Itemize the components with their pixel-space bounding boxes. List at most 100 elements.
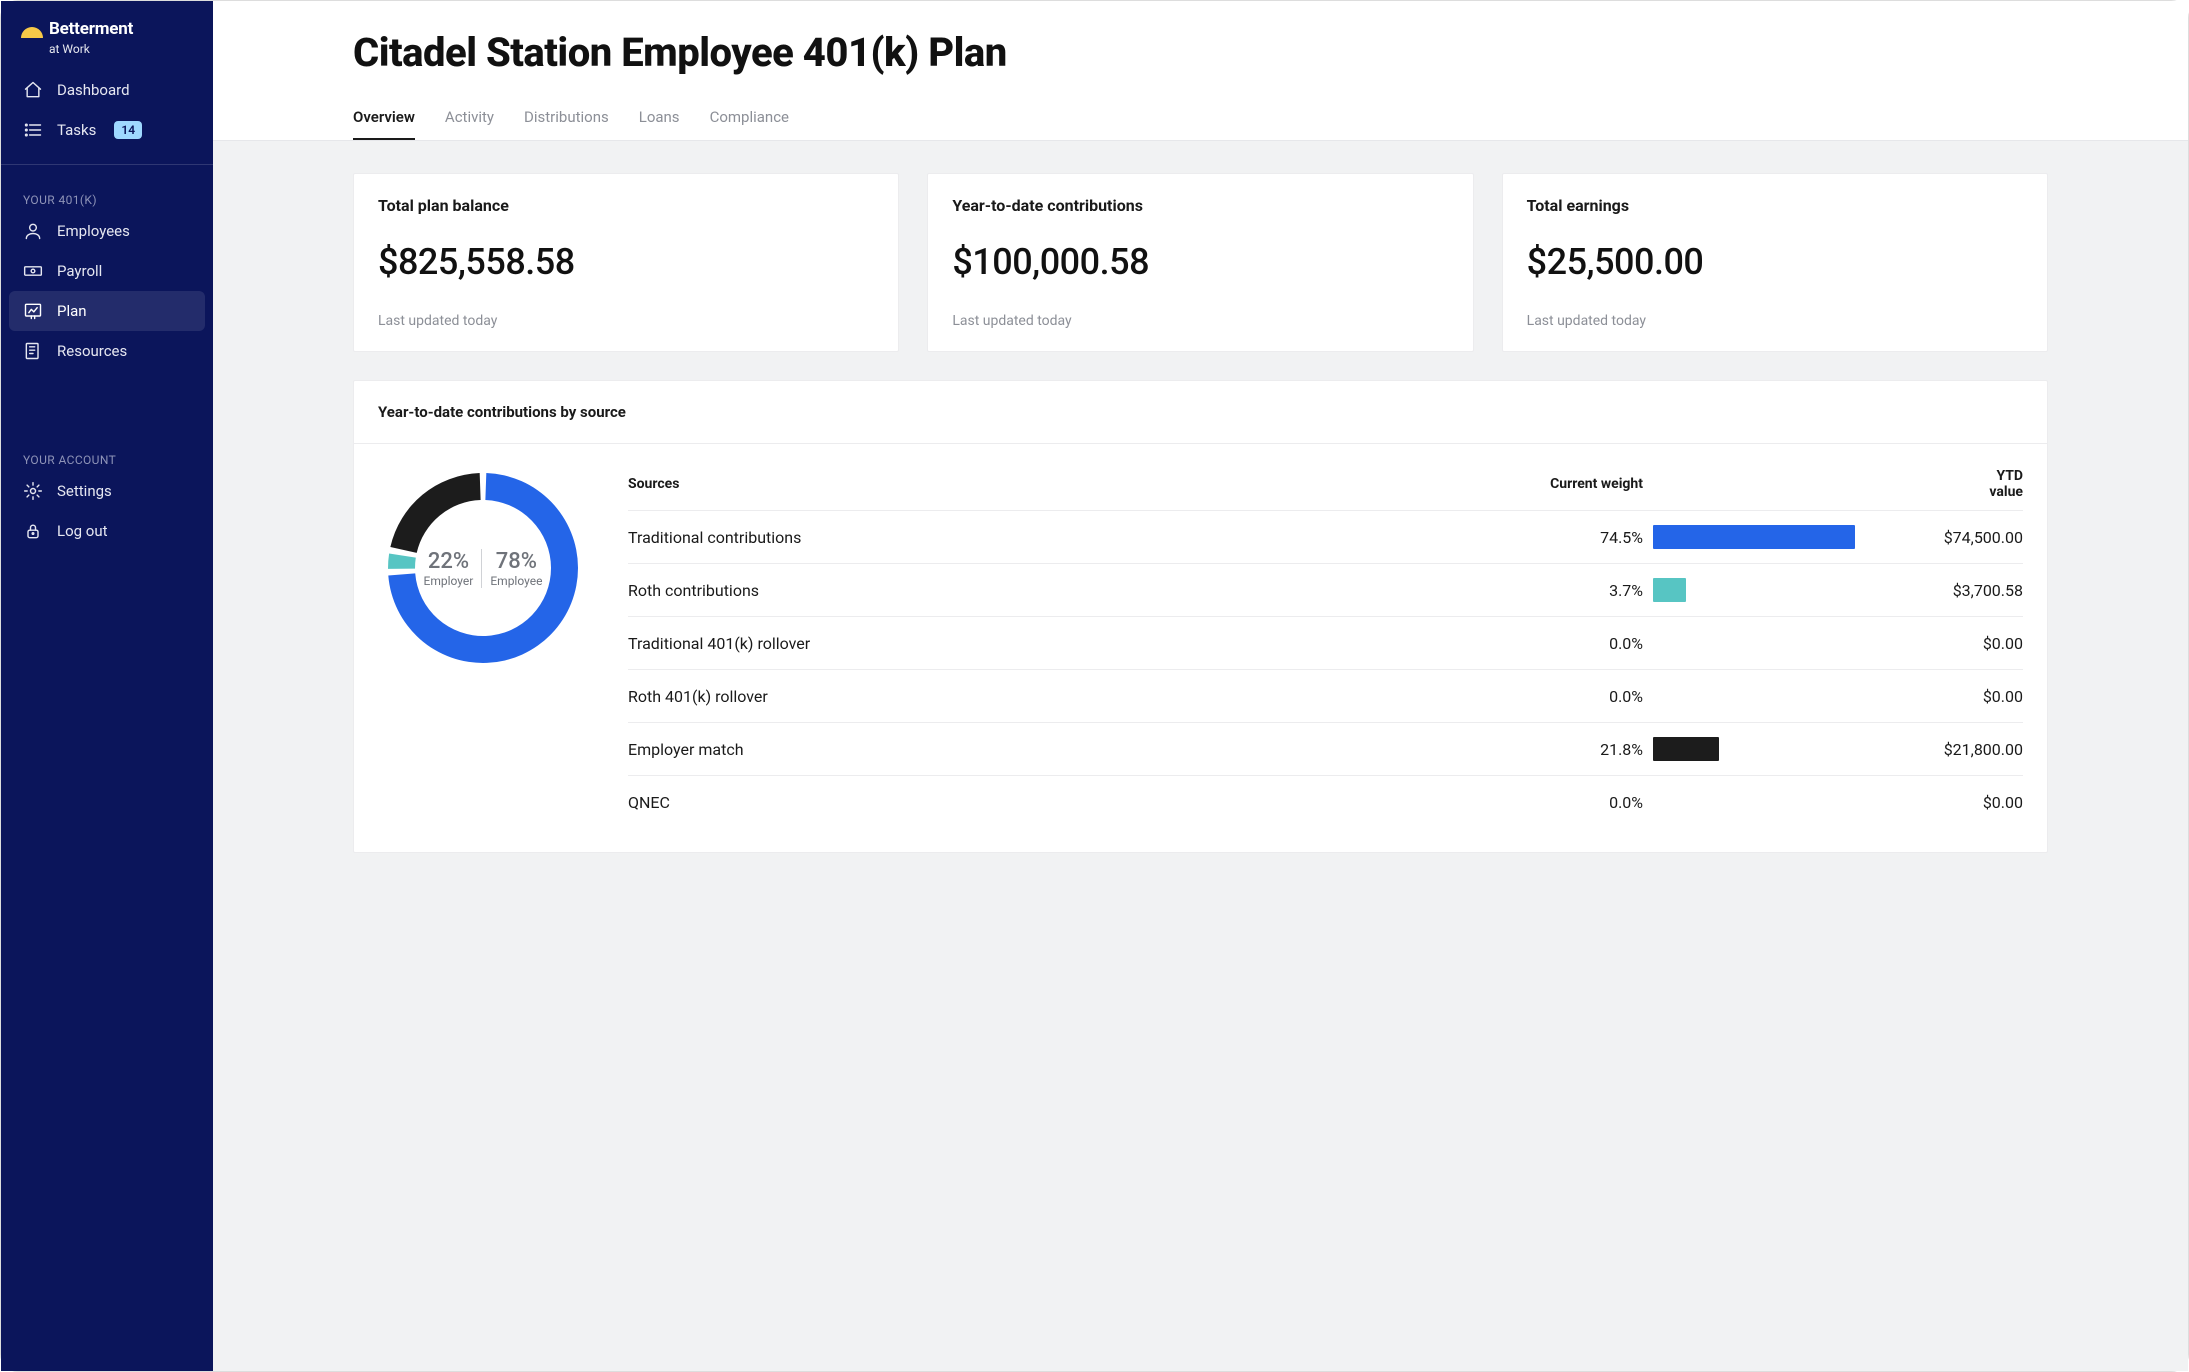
sidebar-item-label: Dashboard [57, 81, 130, 99]
card-meta: Last updated today [1527, 313, 2023, 329]
cell-source: Traditional contributions [628, 528, 1513, 547]
weight-bar [1653, 790, 1873, 814]
cell-weight: 3.7% [1523, 581, 1643, 600]
sidebar-item-label: Employees [57, 222, 130, 240]
sidebar-item-settings[interactable]: Settings [9, 471, 205, 511]
weight-bar [1653, 737, 1873, 761]
gear-icon [23, 481, 43, 501]
tab-loans[interactable]: Loans [639, 98, 680, 140]
cell-source: Traditional 401(k) rollover [628, 634, 1513, 653]
cell-weight: 0.0% [1523, 634, 1643, 653]
user-icon [23, 221, 43, 241]
sidebar-item-label: Log out [57, 522, 108, 540]
sidebar-top-section: Dashboard Tasks 14 [1, 56, 213, 150]
cell-source: QNEC [628, 793, 1513, 812]
cell-weight: 0.0% [1523, 687, 1643, 706]
card-value: $25,500.00 [1527, 241, 2023, 283]
cell-source: Roth 401(k) rollover [628, 687, 1513, 706]
tab-distributions[interactable]: Distributions [524, 98, 609, 140]
card-title: Total earnings [1527, 196, 2023, 215]
sidebar-item-label: Resources [57, 342, 127, 360]
contributions-panel-title: Year-to-date contributions by source [378, 403, 2023, 421]
donut-employer-pct: 22% [424, 549, 474, 574]
cell-ytd: $0.00 [1883, 793, 2023, 812]
sidebar-item-resources[interactable]: Resources [9, 331, 205, 371]
main: Citadel Station Employee 401(k) Plan Ove… [213, 1, 2188, 1371]
card-title: Year-to-date contributions [952, 196, 1448, 215]
page-title: Citadel Station Employee 401(k) Plan [353, 29, 2048, 76]
divider [354, 443, 2047, 444]
table-row: Traditional 401(k) rollover 0.0% $0.00 [628, 617, 2023, 670]
cell-ytd: $0.00 [1883, 687, 2023, 706]
table-header: Sources Current weight YTDvalue [628, 468, 2023, 511]
sidebar-section: YOUR 401(K) Employees Payroll Plan Resou… [1, 171, 213, 371]
col-ytd: YTDvalue [1883, 468, 2023, 500]
tab-compliance[interactable]: Compliance [710, 98, 789, 140]
sidebar-item-payroll[interactable]: Payroll [9, 251, 205, 291]
card-meta: Last updated today [952, 313, 1448, 329]
donut-center-labels: 22% Employer 78% Employee [378, 468, 588, 668]
cell-source: Employer match [628, 740, 1513, 759]
contributions-panel: Year-to-date contributions by source 22%… [353, 380, 2048, 853]
table-row: QNEC 0.0% $0.00 [628, 776, 2023, 828]
sidebar-item-label: Settings [57, 482, 112, 500]
lock-icon [23, 521, 43, 541]
donut-employee-label: Employee [490, 574, 542, 588]
book-icon [23, 341, 43, 361]
cell-source: Roth contributions [628, 581, 1513, 600]
card-meta: Last updated today [378, 313, 874, 329]
sidebar-item-tasks[interactable]: Tasks 14 [9, 110, 205, 150]
cell-weight: 21.8% [1523, 740, 1643, 759]
card-value: $825,558.58 [378, 241, 874, 283]
donut-chart: 22% Employer 78% Employee [378, 468, 588, 668]
brand-text: Betterment [49, 21, 133, 38]
sidebar: Betterment at Work Dashboard Tasks 14 YOU… [1, 1, 213, 1371]
sidebar-heading: YOUR ACCOUNT [9, 445, 205, 471]
content: Total plan balance $825,558.58 Last upda… [213, 141, 2188, 893]
tab-overview[interactable]: Overview [353, 98, 415, 140]
weight-bar [1653, 684, 1873, 708]
sidebar-item-label: Payroll [57, 262, 102, 280]
summary-cards: Total plan balance $825,558.58 Last upda… [353, 173, 2048, 352]
weight-bar [1653, 525, 1873, 549]
col-weight: Current weight [1523, 476, 1643, 492]
home-icon [23, 80, 43, 100]
cell-ytd: $0.00 [1883, 634, 2023, 653]
tabs: Overview Activity Distributions Loans Compli… [353, 98, 2048, 140]
chart-icon [23, 301, 43, 321]
table-row: Roth contributions 3.7% $3,700.58 [628, 564, 2023, 617]
brand-name: Betterment [49, 21, 133, 38]
sidebar-item-employees[interactable]: Employees [9, 211, 205, 251]
col-sources: Sources [628, 476, 1513, 492]
sidebar-item-dashboard[interactable]: Dashboard [9, 70, 205, 110]
donut-employer-label: Employer [424, 574, 474, 588]
tasks-badge: 14 [114, 121, 142, 139]
sidebar-item-log-out[interactable]: Log out [9, 511, 205, 551]
table-row: Traditional contributions 74.5% $74,500.… [628, 511, 2023, 564]
page-header: Citadel Station Employee 401(k) Plan Ove… [213, 1, 2188, 141]
tab-activity[interactable]: Activity [445, 98, 494, 140]
contributions-table: Sources Current weight YTDvalue Traditio… [628, 468, 2023, 828]
sidebar-item-plan[interactable]: Plan [9, 291, 205, 331]
sidebar-item-label: Tasks [57, 121, 96, 139]
cell-weight: 0.0% [1523, 793, 1643, 812]
sidebar-divider [1, 164, 213, 165]
sidebar-heading: YOUR 401(K) [9, 185, 205, 211]
cell-ytd: $74,500.00 [1883, 528, 2023, 547]
summary-card: Total earnings $25,500.00 Last updated t… [1502, 173, 2048, 352]
weight-bar [1653, 578, 1873, 602]
donut-employee-pct: 78% [490, 549, 542, 574]
table-row: Roth 401(k) rollover 0.0% $0.00 [628, 670, 2023, 723]
sidebar-section: YOUR ACCOUNT Settings Log out [1, 431, 213, 551]
summary-card: Total plan balance $825,558.58 Last upda… [353, 173, 899, 352]
brand-tagline: at Work [23, 42, 213, 56]
card-value: $100,000.58 [952, 241, 1448, 283]
money-icon [23, 261, 43, 281]
summary-card: Year-to-date contributions $100,000.58 L… [927, 173, 1473, 352]
cell-weight: 74.5% [1523, 528, 1643, 547]
cell-ytd: $21,800.00 [1883, 740, 2023, 759]
card-title: Total plan balance [378, 196, 874, 215]
cell-ytd: $3,700.58 [1883, 581, 2023, 600]
sidebar-item-label: Plan [57, 302, 87, 320]
table-row: Employer match 21.8% $21,800.00 [628, 723, 2023, 776]
